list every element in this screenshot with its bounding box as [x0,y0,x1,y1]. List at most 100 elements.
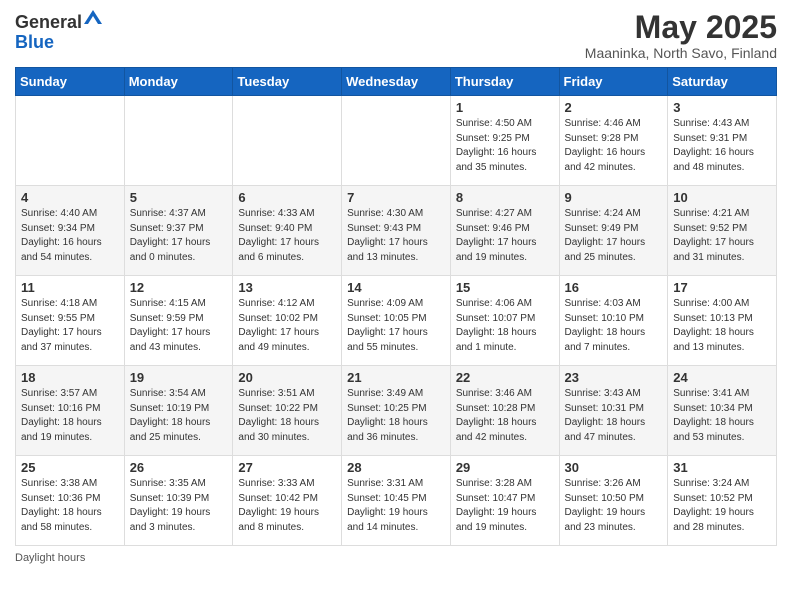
day-number: 18 [21,370,119,385]
column-header-monday: Monday [124,68,233,96]
calendar-cell: 22Sunrise: 3:46 AM Sunset: 10:28 PM Dayl… [450,366,559,456]
calendar-cell: 28 Sunrise: 3:31 AM Sunset: 10:45 PM Dayl… [342,456,451,546]
calendar-cell: 6Sunrise: 4:33 AM Sunset: 9:40 PM Daylig… [233,186,342,276]
calendar-cell: 26 Sunrise: 3:35 AM Sunset: 10:39 PM Dayl… [124,456,233,546]
calendar-cell: 18 Sunrise: 3:57 AM Sunset: 10:16 PM Dayl… [16,366,125,456]
calendar-week-row: 4 Sunrise: 4:40 AM Sunset: 9:34 PM Daylig… [16,186,777,276]
day-info: Sunrise: 4:21 AM Sunset: 9:52 PM Dayligh… [673,207,771,265]
day-number: 27 [238,460,336,475]
day-info: Sunrise: 4:37 AM Sunset: 9:37 PM Dayligh… [130,207,228,265]
day-number: 2 [565,100,663,115]
day-info: Sunrise: 4:15 AM Sunset: 9:59 PM Dayligh… [130,297,228,355]
calendar-week-row: 11 Sunrise: 4:18 AM Sunset: 9:55 PM Dayli… [16,276,777,366]
day-info: Sunrise: 4:03 AM Sunset: 10:10 PM Daylig… [565,297,663,355]
title-block: May 2025 Maaninka, North Savo, Finland [585,10,777,61]
day-info: Sunrise: 3:57 AM Sunset: 10:16 PM Daylig… [21,387,119,445]
day-info: Sunrise: 4:27 AM Sunset: 9:46 PM Dayligh… [456,207,554,265]
day-info: Sunrise: 4:12 AM Sunset: 10:02 PM Daylig… [238,297,336,355]
logo-general-text: General [15,13,82,31]
calendar-cell: 21Sunrise: 3:49 AM Sunset: 10:25 PM Dayl… [342,366,451,456]
column-header-thursday: Thursday [450,68,559,96]
calendar-cell [233,96,342,186]
day-number: 28 [347,460,445,475]
day-number: 15 [456,280,554,295]
day-info: Sunrise: 3:26 AM Sunset: 10:50 PM Daylig… [565,477,663,535]
calendar-cell: 25 Sunrise: 3:38 AM Sunset: 10:36 PM Dayl… [16,456,125,546]
day-number: 12 [130,280,228,295]
calendar-cell: 20Sunrise: 3:51 AM Sunset: 10:22 PM Dayl… [233,366,342,456]
calendar-cell: 13 Sunrise: 4:12 AM Sunset: 10:02 PM Dayl… [233,276,342,366]
day-info: Sunrise: 3:54 AM Sunset: 10:19 PM Daylig… [130,387,228,445]
logo-icon [84,10,102,31]
day-number: 30 [565,460,663,475]
day-number: 19 [130,370,228,385]
day-info: Sunrise: 3:31 AM Sunset: 10:45 PM Daylig… [347,477,445,535]
calendar-cell: 30 Sunrise: 3:26 AM Sunset: 10:50 PM Dayl… [559,456,668,546]
calendar-table: SundayMondayTuesdayWednesdayThursdayFrid… [15,67,777,546]
calendar-cell: 19 Sunrise: 3:54 AM Sunset: 10:19 PM Dayl… [124,366,233,456]
day-number: 4 [21,190,119,205]
calendar-week-row: 1 Sunrise: 4:50 AM Sunset: 9:25 PM Daylig… [16,96,777,186]
day-info: Sunrise: 3:35 AM Sunset: 10:39 PM Daylig… [130,477,228,535]
day-info: Sunrise: 4:46 AM Sunset: 9:28 PM Dayligh… [565,117,663,175]
logo: General Blue [15,10,102,51]
day-info: Sunrise: 4:50 AM Sunset: 9:25 PM Dayligh… [456,117,554,175]
day-number: 1 [456,100,554,115]
calendar-cell: 9 Sunrise: 4:24 AM Sunset: 9:49 PM Daylig… [559,186,668,276]
day-info: Sunrise: 4:43 AM Sunset: 9:31 PM Dayligh… [673,117,771,175]
day-number: 31 [673,460,771,475]
day-number: 17 [673,280,771,295]
day-number: 25 [21,460,119,475]
calendar-cell: 29Sunrise: 3:28 AM Sunset: 10:47 PM Dayl… [450,456,559,546]
day-number: 6 [238,190,336,205]
calendar-cell: 11 Sunrise: 4:18 AM Sunset: 9:55 PM Dayli… [16,276,125,366]
day-number: 8 [456,190,554,205]
calendar-cell: 17 Sunrise: 4:00 AM Sunset: 10:13 PM Dayl… [668,276,777,366]
calendar-cell: 1 Sunrise: 4:50 AM Sunset: 9:25 PM Daylig… [450,96,559,186]
main-title: May 2025 [585,10,777,45]
column-header-wednesday: Wednesday [342,68,451,96]
day-info: Sunrise: 3:33 AM Sunset: 10:42 PM Daylig… [238,477,336,535]
day-number: 13 [238,280,336,295]
day-info: Sunrise: 4:30 AM Sunset: 9:43 PM Dayligh… [347,207,445,265]
day-number: 10 [673,190,771,205]
calendar-cell: 3Sunrise: 4:43 AM Sunset: 9:31 PM Daylig… [668,96,777,186]
day-number: 14 [347,280,445,295]
calendar-week-row: 25 Sunrise: 3:38 AM Sunset: 10:36 PM Dayl… [16,456,777,546]
calendar-cell: 31 Sunrise: 3:24 AM Sunset: 10:52 PM Dayl… [668,456,777,546]
day-info: Sunrise: 3:51 AM Sunset: 10:22 PM Daylig… [238,387,336,445]
calendar-cell: 12 Sunrise: 4:15 AM Sunset: 9:59 PM Dayli… [124,276,233,366]
footer-note: Daylight hours [15,552,777,564]
day-info: Sunrise: 4:09 AM Sunset: 10:05 PM Daylig… [347,297,445,355]
day-info: Sunrise: 3:38 AM Sunset: 10:36 PM Daylig… [21,477,119,535]
calendar-cell: 24Sunrise: 3:41 AM Sunset: 10:34 PM Dayl… [668,366,777,456]
day-number: 16 [565,280,663,295]
calendar-cell: 27 Sunrise: 3:33 AM Sunset: 10:42 PM Dayl… [233,456,342,546]
column-header-sunday: Sunday [16,68,125,96]
day-info: Sunrise: 4:18 AM Sunset: 9:55 PM Dayligh… [21,297,119,355]
calendar-cell [16,96,125,186]
day-number: 7 [347,190,445,205]
day-info: Sunrise: 3:24 AM Sunset: 10:52 PM Daylig… [673,477,771,535]
column-header-saturday: Saturday [668,68,777,96]
calendar-cell: 23Sunrise: 3:43 AM Sunset: 10:31 PM Dayl… [559,366,668,456]
day-number: 26 [130,460,228,475]
column-header-friday: Friday [559,68,668,96]
day-info: Sunrise: 3:28 AM Sunset: 10:47 PM Daylig… [456,477,554,535]
calendar-header-row: SundayMondayTuesdayWednesdayThursdayFrid… [16,68,777,96]
calendar-cell: 10 Sunrise: 4:21 AM Sunset: 9:52 PM Dayli… [668,186,777,276]
day-number: 24 [673,370,771,385]
header: General Blue May 2025 Maaninka, North Sa… [15,10,777,61]
day-info: Sunrise: 4:40 AM Sunset: 9:34 PM Dayligh… [21,207,119,265]
day-number: 9 [565,190,663,205]
calendar-cell: 7 Sunrise: 4:30 AM Sunset: 9:43 PM Daylig… [342,186,451,276]
day-info: Sunrise: 4:24 AM Sunset: 9:49 PM Dayligh… [565,207,663,265]
calendar-cell [124,96,233,186]
calendar-cell: 5Sunrise: 4:37 AM Sunset: 9:37 PM Daylig… [124,186,233,276]
day-number: 11 [21,280,119,295]
day-number: 21 [347,370,445,385]
day-info: Sunrise: 3:43 AM Sunset: 10:31 PM Daylig… [565,387,663,445]
day-info: Sunrise: 3:46 AM Sunset: 10:28 PM Daylig… [456,387,554,445]
column-header-tuesday: Tuesday [233,68,342,96]
day-info: Sunrise: 4:00 AM Sunset: 10:13 PM Daylig… [673,297,771,355]
